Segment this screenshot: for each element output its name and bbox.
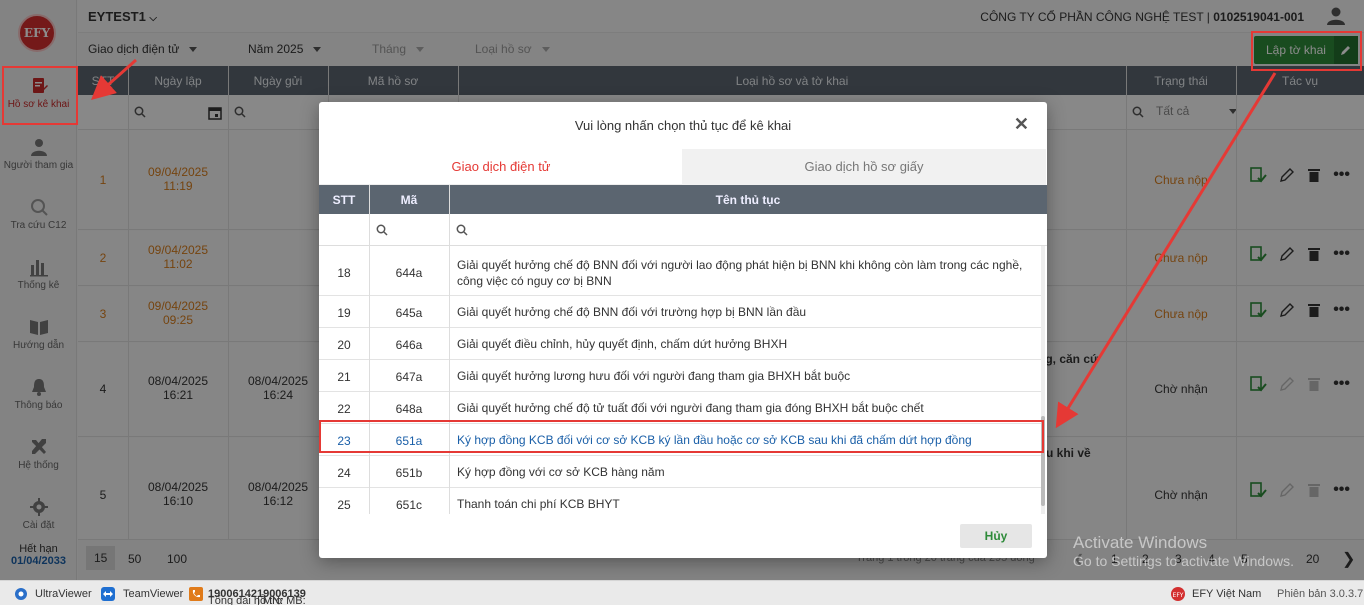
- windows-activation-watermark: Activate Windows Go to Settings to activ…: [1073, 533, 1294, 569]
- watermark-line1: Activate Windows: [1073, 533, 1208, 552]
- arrow-to-procedure: [1055, 72, 1277, 429]
- annotation-arrows: [91, 58, 1277, 429]
- arrow-to-sidebar: [91, 58, 137, 100]
- watermark-line2: Go to Settings to activate Windows.: [1073, 553, 1294, 569]
